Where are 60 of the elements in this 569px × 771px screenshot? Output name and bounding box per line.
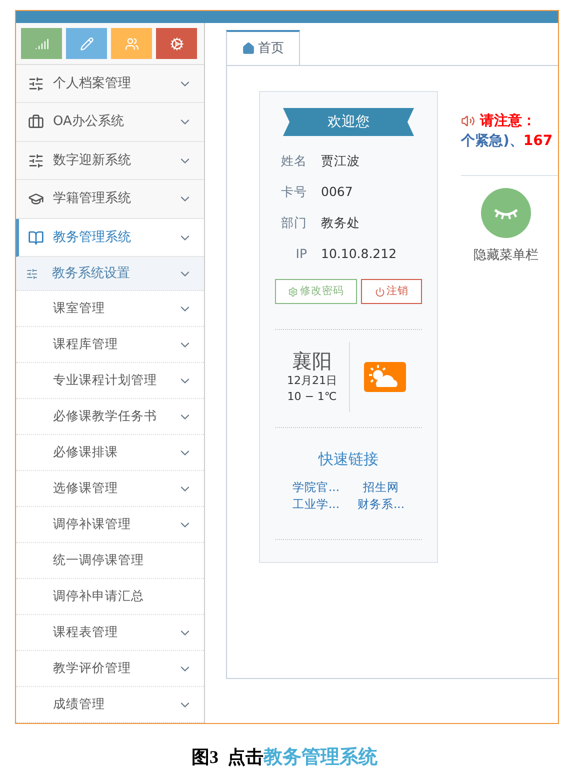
- sliders-icon: [28, 152, 44, 169]
- field-label: 姓名: [280, 152, 308, 170]
- menu-item[interactable]: 教务管理系统: [16, 218, 204, 258]
- field-value: 10.10.8.212: [321, 245, 397, 264]
- submenu-item[interactable]: 选修课管理: [16, 471, 204, 507]
- welcome-banner: 欢迎您: [283, 108, 414, 136]
- pencil-icon: [80, 36, 94, 50]
- sliders-icon: [28, 76, 44, 92]
- book-icon: [28, 230, 44, 246]
- submenu-item[interactable]: 课室管理: [16, 291, 204, 327]
- submenu-item[interactable]: 课程表管理: [16, 615, 204, 651]
- field-label: IP: [294, 245, 308, 264]
- field-value: 0067: [321, 183, 353, 202]
- quick-links-title: 快速链接: [318, 449, 378, 470]
- field-label: 部门: [280, 214, 308, 232]
- sun-cloud-icon: [364, 362, 406, 392]
- home-icon: [242, 42, 255, 55]
- logout-button[interactable]: 注销: [361, 279, 422, 304]
- notice-text: 个紧急)、: [461, 132, 524, 151]
- gear-icon: [288, 286, 298, 296]
- quick-link[interactable]: 招生网: [348, 478, 414, 496]
- weather-date: 12月21日: [287, 372, 337, 388]
- field-value: 教务处: [321, 214, 360, 232]
- briefcase-icon: [28, 114, 44, 130]
- weather-temp: 10 − 1℃: [287, 389, 337, 405]
- notice-text: 请注意：: [480, 112, 536, 131]
- field-value: 贾江波: [321, 152, 360, 170]
- figure-caption: 图3 点击教务管理系统: [190, 745, 378, 770]
- menu-item[interactable]: 数字迎新系统: [16, 142, 204, 180]
- signal-icon: [34, 36, 48, 50]
- power-icon: [374, 286, 384, 296]
- shortcut-button[interactable]: [66, 28, 107, 59]
- submenu-item[interactable]: 成绩管理: [16, 687, 204, 723]
- weather-city: 襄阳: [292, 348, 332, 372]
- submenu-item[interactable]: 调停补课管理: [16, 507, 204, 543]
- submenu-item[interactable]: 必修课排课: [16, 435, 204, 471]
- submenu-item[interactable]: 教学评价管理: [16, 651, 204, 687]
- hide-menu-label: 隐藏菜单栏: [474, 247, 538, 265]
- shortcut-button[interactable]: [111, 28, 152, 59]
- submenu-item[interactable]: 教务系统设置: [16, 257, 204, 291]
- speaker-icon: [461, 114, 475, 128]
- submenu-item[interactable]: 课程库管理: [16, 327, 204, 363]
- quick-link[interactable]: 财务系...: [348, 496, 414, 512]
- submenu-item[interactable]: 专业课程计划管理: [16, 363, 204, 399]
- closed-eye-icon[interactable]: [481, 188, 531, 238]
- shortcut-button[interactable]: [156, 28, 197, 59]
- sliders-icon: [26, 268, 38, 280]
- menu-item[interactable]: 个人档案管理: [16, 65, 204, 104]
- tab[interactable]: 首页: [226, 30, 300, 66]
- submenu-item[interactable]: 必修课教学任务书: [16, 399, 204, 435]
- graduation-cap-icon: [28, 191, 44, 208]
- shortcut-button[interactable]: [21, 28, 62, 59]
- submenu-item[interactable]: 调停补申请汇总: [16, 579, 204, 615]
- users-icon: [124, 36, 138, 50]
- submenu-item[interactable]: 统一调停课管理: [16, 543, 204, 579]
- field-label: 卡号: [280, 183, 308, 202]
- quick-link[interactable]: 工业学...: [284, 496, 348, 512]
- notice-text: 167: [523, 132, 553, 151]
- quick-link[interactable]: 学院官...: [284, 478, 348, 496]
- menu-item[interactable]: OA办公系统: [16, 103, 204, 142]
